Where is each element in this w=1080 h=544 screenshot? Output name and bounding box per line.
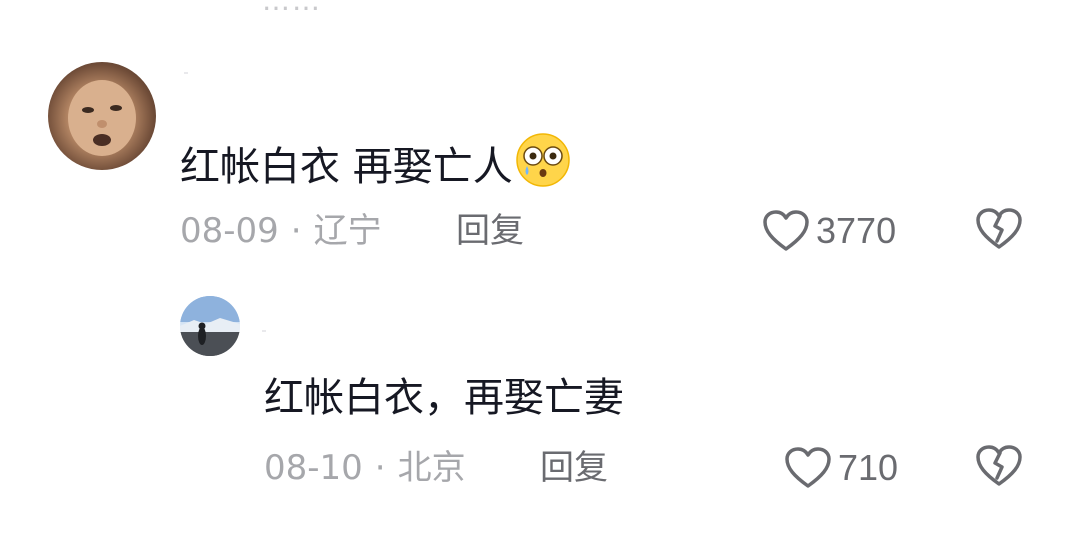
heart-icon xyxy=(763,210,809,251)
username[interactable] xyxy=(262,330,266,332)
comment-location: 北京 xyxy=(397,448,466,488)
dislike-button[interactable] xyxy=(975,444,1023,492)
shocked-tear-emoji-icon xyxy=(515,132,571,188)
username[interactable] xyxy=(184,72,188,74)
meta-separator: · xyxy=(374,448,386,488)
broken-heart-icon xyxy=(976,208,1022,249)
like-count: 3770 xyxy=(816,210,897,251)
previous-content-fragment: …… xyxy=(262,0,322,17)
broken-heart-icon xyxy=(976,445,1022,486)
heart-icon xyxy=(785,447,831,488)
comment-text: 红帐白衣 再娶亡人 xyxy=(180,132,571,191)
comment-date: 08-10 xyxy=(264,448,363,488)
meta-separator: · xyxy=(290,211,302,251)
avatar-image xyxy=(180,296,240,356)
reply-button[interactable]: 回复 xyxy=(456,211,524,251)
like-count: 710 xyxy=(838,447,899,488)
avatar[interactable] xyxy=(48,62,156,170)
comment-meta: 08-09 · 辽宁 xyxy=(180,211,382,251)
dislike-button[interactable] xyxy=(975,207,1023,255)
comment-body: 红帐白衣，再娶亡妻 xyxy=(264,375,624,421)
avatar[interactable] xyxy=(180,296,240,356)
comment-date: 08-09 xyxy=(180,211,279,251)
like-button[interactable]: 710 xyxy=(784,444,898,492)
avatar-image xyxy=(68,80,136,156)
reply-button[interactable]: 回复 xyxy=(540,448,608,488)
comment-text: 红帐白衣，再娶亡妻 xyxy=(264,374,624,422)
comment-body: 红帐白衣 再娶亡人 xyxy=(180,144,513,190)
comment-location: 辽宁 xyxy=(313,211,382,251)
like-button[interactable]: 3770 xyxy=(762,207,896,255)
comment-meta: 08-10 · 北京 xyxy=(264,448,466,488)
